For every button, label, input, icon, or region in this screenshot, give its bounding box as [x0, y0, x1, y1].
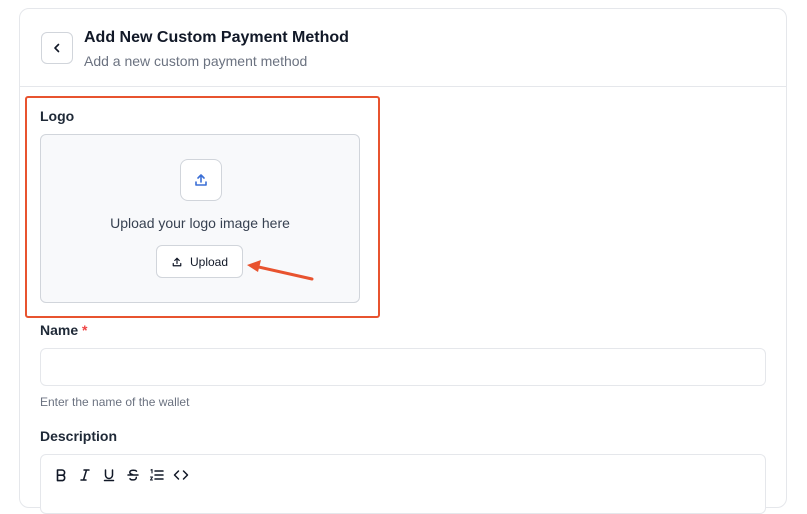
bold-icon	[56, 469, 66, 482]
name-help-text: Enter the name of the wallet	[40, 395, 190, 409]
chevron-left-icon	[54, 43, 60, 53]
upload-icon	[195, 174, 207, 186]
italic-button[interactable]	[75, 463, 95, 487]
name-label-text: Name	[40, 322, 79, 338]
underline-button[interactable]	[99, 463, 119, 487]
editor-toolbar	[51, 463, 191, 487]
ordered-list-button[interactable]	[147, 463, 167, 487]
code-icon	[173, 470, 189, 480]
italic-icon	[80, 469, 90, 481]
logo-label: Logo	[40, 108, 75, 124]
ordered-list-icon	[149, 468, 164, 481]
annotation-arrow-icon	[247, 260, 314, 281]
upload-button[interactable]: Upload	[156, 245, 243, 278]
description-editor[interactable]	[40, 454, 766, 514]
upload-button-label: Upload	[189, 254, 229, 269]
code-button[interactable]	[171, 463, 191, 487]
dropzone-text: Upload your logo image here	[110, 215, 290, 231]
strikethrough-button[interactable]	[123, 463, 143, 487]
bold-button[interactable]	[51, 463, 71, 487]
page-header: Add New Custom Payment Method Add a new …	[20, 9, 786, 87]
strikethrough-icon	[127, 469, 139, 481]
page-subtitle: Add a new custom payment method	[84, 53, 308, 69]
underline-icon	[103, 469, 115, 482]
name-input[interactable]	[40, 348, 766, 386]
page-title: Add New Custom Payment Method	[84, 29, 349, 46]
name-label: Name *	[40, 322, 87, 338]
upload-icon	[172, 257, 182, 266]
back-button[interactable]	[41, 32, 73, 64]
upload-icon-box	[180, 159, 222, 201]
required-mark: *	[82, 322, 88, 338]
description-label: Description	[40, 428, 118, 444]
